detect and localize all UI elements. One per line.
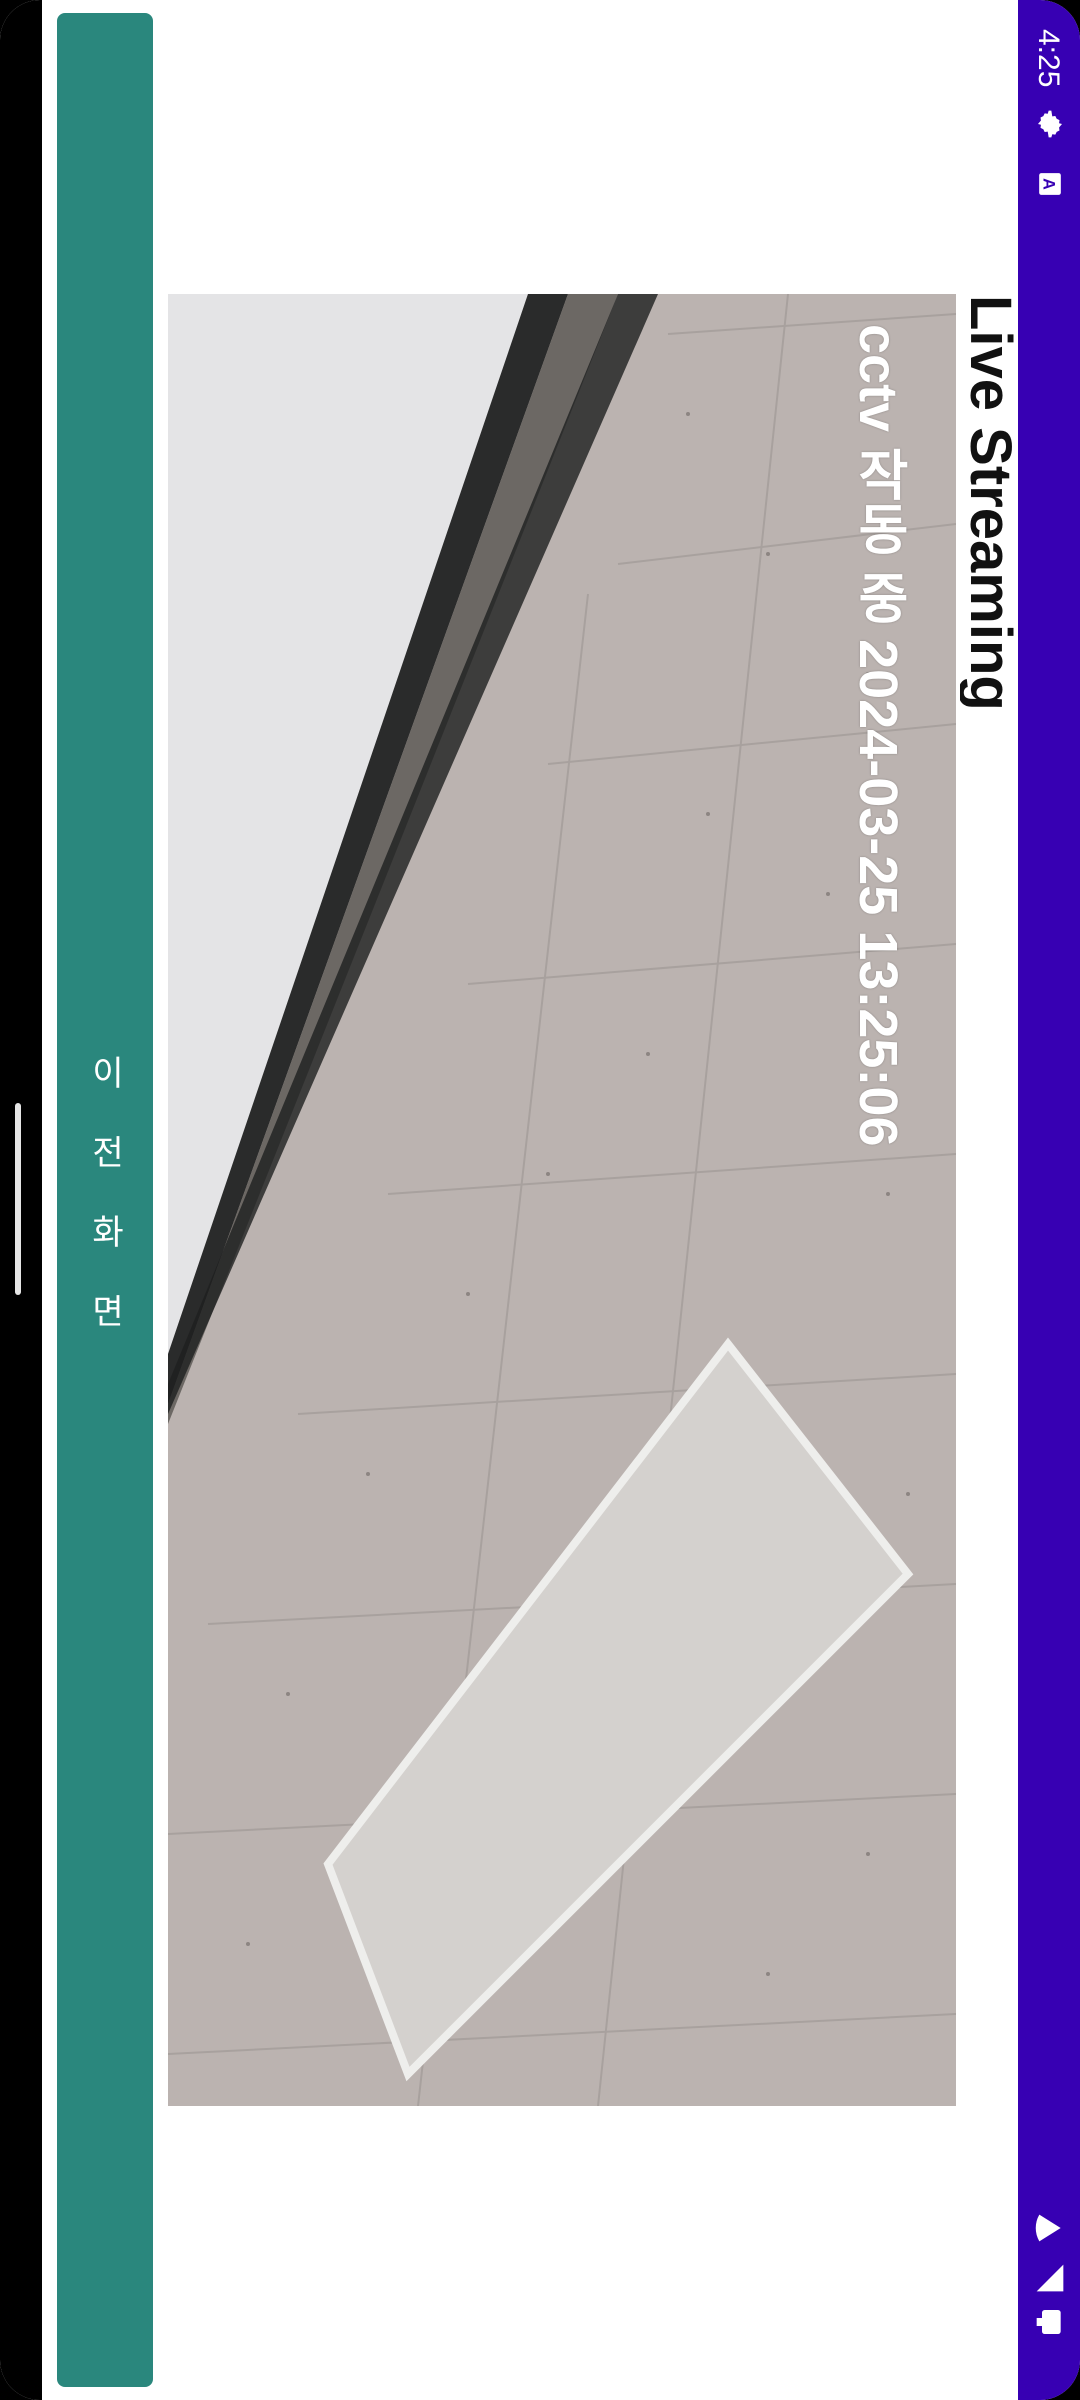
accessibility-icon: A — [1034, 168, 1066, 200]
page-title: Live Streaming — [960, 295, 1020, 711]
video-stream: cctv 작동 중 2024-03-25 13:25:06 — [168, 294, 956, 2106]
battery-icon — [1034, 2306, 1066, 2338]
video-overlay-timestamp: cctv 작동 중 2024-03-25 13:25:06 — [848, 324, 908, 1147]
back-button[interactable]: 이 전 화 면 — [57, 13, 153, 2387]
navigation-bar — [0, 0, 42, 2400]
settings-icon — [1034, 108, 1066, 140]
status-time: 4:25 — [1032, 28, 1065, 88]
app-screen: 이 전 화 면 cctv 작동 중 2024-03-25 13:25:06 Li… — [0, 0, 1080, 2400]
signal-icon — [1034, 2262, 1066, 2294]
back-button-label: 이 전 화 면 — [85, 1054, 124, 1346]
wifi-icon — [1034, 2212, 1066, 2244]
status-bar: 4:25 A — [1018, 0, 1080, 2400]
gesture-handle[interactable] — [15, 1103, 21, 1295]
svg-text:A: A — [1040, 178, 1058, 190]
video-frame-image — [168, 294, 956, 2106]
